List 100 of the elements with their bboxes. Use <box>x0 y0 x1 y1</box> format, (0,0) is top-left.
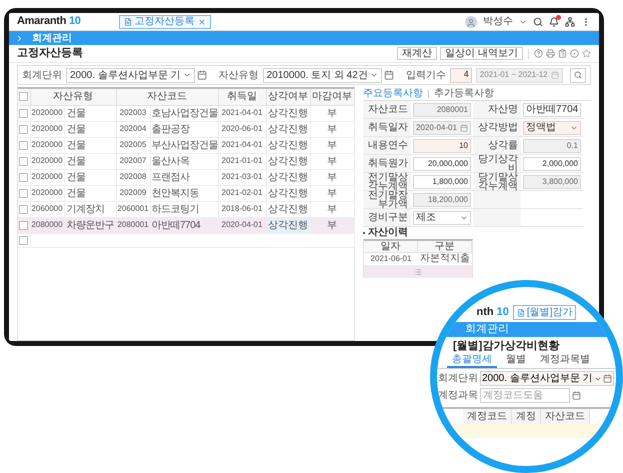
input-field[interactable]: 계정코드도움 <box>480 388 570 403</box>
open-tab[interactable]: [월별]감가 <box>512 305 576 320</box>
input-field[interactable]: 4 <box>450 68 472 82</box>
table-cell: 부 <box>310 137 354 153</box>
table-cell: 2020-04-01 <box>218 217 266 233</box>
checkbox[interactable] <box>19 140 28 150</box>
table-cell: 건물 <box>64 185 116 201</box>
table-row[interactable]: 2060000 기계장치 2060001 하드코팅기 2018-06-01 상각진행 부 <box>18 201 354 217</box>
search-icon[interactable] <box>533 16 543 26</box>
table-cell: 2080000 <box>30 217 64 233</box>
column-header[interactable]: 취득일 <box>218 89 266 105</box>
calendar-icon[interactable] <box>196 70 207 80</box>
select-field[interactable]: 정액법 <box>523 120 581 134</box>
app-logo: nth 10 <box>476 305 509 320</box>
tab[interactable]: 월별 <box>501 353 531 368</box>
app-logo[interactable]: Amaranth 10 <box>17 13 81 30</box>
select-field[interactable]: 2000. 솔루션사업부문 기 <box>66 68 195 82</box>
calendar-icon[interactable] <box>572 391 581 400</box>
checkbox[interactable] <box>19 156 28 166</box>
select-field[interactable]: 제조 <box>413 210 471 224</box>
tab[interactable]: 추가등록사항 <box>434 88 494 98</box>
filter-label: 입력기수 <box>406 68 446 82</box>
table-cell-text: 2021-06-01 <box>370 253 412 265</box>
table-cell: 차량운반구 <box>64 217 116 233</box>
page-title: 고정자산등록 <box>17 46 83 62</box>
table-cell: 상각진행 <box>266 121 310 137</box>
close-icon[interactable] <box>198 18 206 26</box>
toolbar-button[interactable]: 일상이 내역보기 <box>440 47 523 60</box>
column-header[interactable]: 구분 <box>418 241 472 252</box>
column-header[interactable]: 자산코드 <box>541 409 590 424</box>
field-label: 취득원가 <box>368 159 408 168</box>
open-tab[interactable]: 고정자산등록 <box>118 14 211 28</box>
column-header[interactable]: 자산코드 <box>116 89 218 105</box>
filter-label: 회계단위 <box>22 68 62 82</box>
toolbar-button[interactable]: 재계산 <box>397 47 438 60</box>
table-cell: 부 <box>310 121 354 137</box>
table-cell: 하드코팅기 <box>150 201 218 217</box>
checkbox[interactable] <box>19 236 28 244</box>
table-row[interactable]: 2020000 건물 202008 프랜점사 2021-03-01 상각진행 부 <box>18 169 354 185</box>
table-cell: 2060000 <box>30 201 64 217</box>
search-icon <box>574 71 582 79</box>
checkbox[interactable] <box>19 188 28 198</box>
module-title: 회계관리 <box>465 324 509 335</box>
select-field[interactable]: 2000. 솔루션사업부문 기 <box>480 371 614 386</box>
user-name[interactable]: 박성수 <box>483 14 513 29</box>
column-header[interactable]: 마감여부 <box>310 89 354 105</box>
field-label: 자산코드 <box>368 105 408 114</box>
field-label: 전기말장부가액 <box>367 190 408 208</box>
column-header[interactable]: 계정코드 <box>463 409 512 424</box>
checkbox[interactable] <box>19 124 28 134</box>
search-button[interactable] <box>570 68 586 82</box>
table-cell: 건물 <box>64 121 116 137</box>
checkbox[interactable] <box>19 92 28 102</box>
table-cell: 2080001 <box>116 217 150 233</box>
table-cell: 2020000 <box>30 153 64 169</box>
table-row[interactable]: 2020000 건물 202007 울산사옥 2021-01-01 상각진행 부 <box>18 153 354 169</box>
checkbox[interactable] <box>19 172 28 182</box>
table-row[interactable]: 2020000 건물 202004 출판공장 2020-06-01 상각진행 부 <box>18 121 354 137</box>
checkbox[interactable] <box>19 220 28 230</box>
tab[interactable]: 주요등록사항 <box>363 88 423 98</box>
input-field[interactable]: 2,000,000 <box>523 156 581 170</box>
table-row[interactable]: 2020000 건물 202009 천안복지동 2021-02-01 상각진행 부 <box>18 185 354 201</box>
input-field[interactable]: 아반떼7704 <box>523 102 581 116</box>
table-cell: 아반떼7704 <box>150 217 218 233</box>
table-row[interactable]: 2080000 차량운반구 2080001 아반떼7704 2020-04-01 상각진행 부 <box>18 217 354 233</box>
calendar-icon[interactable] <box>384 70 394 80</box>
table-cell: 상각진행 <box>266 201 310 217</box>
chevron-icon[interactable] <box>15 34 24 42</box>
table-cell: 부 <box>310 105 354 121</box>
select-field[interactable]: 2010000. 토지 외 42건 <box>262 68 382 82</box>
column-header[interactable]: 자산유형 <box>30 89 116 105</box>
table-cell: 2021-03-01 <box>218 169 266 185</box>
checkbox[interactable] <box>19 204 28 214</box>
bell-icon[interactable] <box>549 16 559 26</box>
tab[interactable]: 계정과목별 <box>535 353 595 368</box>
table-cell: 2060001 <box>116 201 150 217</box>
checkbox[interactable] <box>19 108 28 118</box>
table-cell: 2020000 <box>30 169 64 185</box>
column-header[interactable]: 계정 <box>512 409 541 424</box>
table-cell: 상각진행 <box>266 169 310 185</box>
table-cell: 건물 <box>64 105 116 121</box>
table-cell: 상각진행 <box>266 105 310 121</box>
help-icon[interactable] <box>534 49 543 58</box>
table-row[interactable]: 2020000 건물 202005 부산사업장건물 2021-04-01 상각진행 부 <box>18 137 354 153</box>
table-cell-text: 자본적지출 <box>419 253 471 265</box>
column-header[interactable]: 일자 <box>364 241 418 252</box>
org-chart-icon[interactable] <box>565 16 575 26</box>
input-field[interactable]: 20,000,000 <box>413 156 471 170</box>
avatar-icon[interactable] <box>465 16 477 28</box>
input-field[interactable]: 1,800,000 <box>413 174 471 188</box>
printer-icon[interactable] <box>546 49 555 58</box>
clipboard-icon[interactable] <box>558 49 567 58</box>
input-field[interactable]: 10 <box>413 138 471 152</box>
table-cell: 호남사업장건물 <box>150 105 218 121</box>
table-row[interactable]: 2020000 건물 202003 호남사업장건물 2021-04-01 상각진행 부 <box>18 105 354 121</box>
calendar-icon <box>460 124 468 132</box>
tab[interactable]: 총괄명세 <box>447 353 497 368</box>
column-header[interactable]: 상각여부 <box>266 89 310 105</box>
circle-dot-icon[interactable] <box>570 49 579 58</box>
star-icon[interactable] <box>582 49 591 58</box>
